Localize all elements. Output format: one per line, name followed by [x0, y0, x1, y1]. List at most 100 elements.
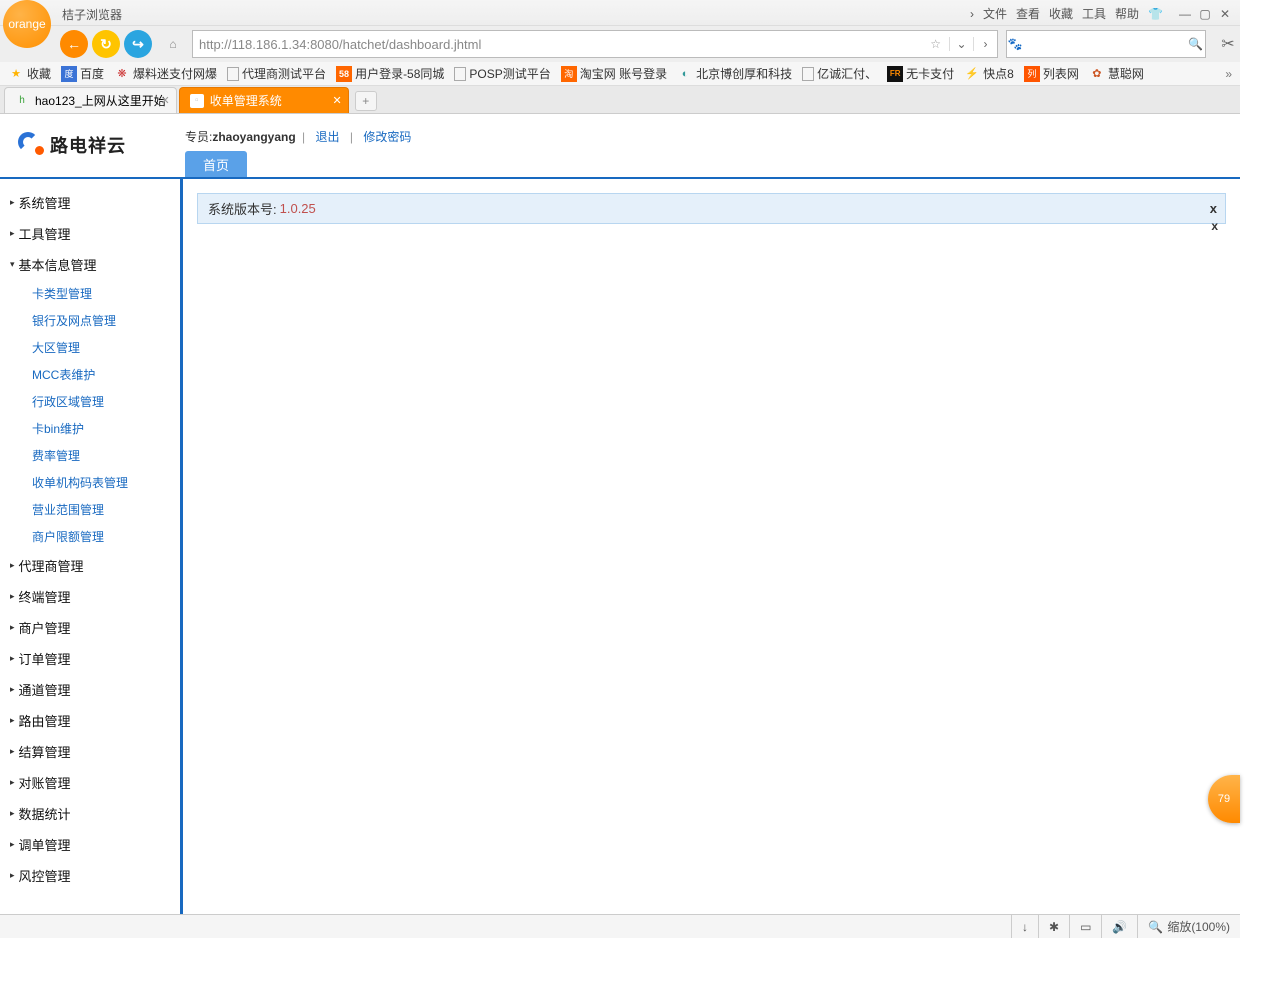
bookmark-item[interactable]: 代理商测试平台 — [227, 65, 326, 82]
bookmark-item[interactable]: ❋爆料迷支付网爆 — [114, 65, 217, 82]
menu-favorites[interactable]: 收藏 — [1049, 5, 1073, 22]
menu-tools[interactable]: 工具 — [1082, 5, 1106, 22]
change-password-link[interactable]: 修改密码 — [363, 130, 411, 144]
menu-help[interactable]: 帮助 — [1115, 5, 1139, 22]
bookmark-item[interactable]: 列列表网 — [1024, 65, 1079, 82]
window-minimize-icon[interactable]: — — [1178, 7, 1192, 21]
browser-logo[interactable]: orange — [3, 0, 51, 48]
sidebar-item[interactable]: ▸结算管理 — [0, 736, 180, 767]
logo-text: 路电祥云 — [50, 132, 126, 158]
sidebar-item[interactable]: ▸对账管理 — [0, 767, 180, 798]
sidebar: ▸系统管理▸工具管理▾基本信息管理卡类型管理银行及网点管理大区管理MCC表维护行… — [0, 179, 183, 914]
sidebar-item-label: 路由管理 — [19, 711, 71, 730]
sidebar-item-label: 商户管理 — [19, 618, 71, 637]
status-bar: ↓ ✱ ▭ 🔊 🔍 缩放(100%) — [0, 914, 1240, 938]
window-close-icon[interactable]: ✕ — [1218, 7, 1232, 21]
tab-close-icon[interactable]: ✕ — [333, 94, 342, 107]
sidebar-item[interactable]: ▸数据统计 — [0, 798, 180, 829]
sidebar-subitem[interactable]: 卡bin维护 — [28, 415, 180, 442]
menu-chevron[interactable]: › — [970, 7, 974, 21]
screenshot-icon[interactable]: ✂ — [1216, 34, 1240, 54]
sidebar-item[interactable]: ▸商户管理 — [0, 612, 180, 643]
logout-link[interactable]: 退出 — [316, 130, 340, 144]
bookmark-item[interactable]: POSP测试平台 — [454, 65, 550, 82]
sidebar-item-label: 基本信息管理 — [19, 255, 97, 274]
sidebar-item[interactable]: ▸路由管理 — [0, 705, 180, 736]
sidebar-subitem[interactable]: 费率管理 — [28, 442, 180, 469]
bookmarks-more-icon[interactable]: » — [1225, 67, 1232, 81]
sidebar-subitem[interactable]: 商户限额管理 — [28, 523, 180, 550]
bookmark-item[interactable]: ⚡快点8 — [964, 65, 1014, 82]
bookmark-item[interactable]: 58用户登录-58同城 — [336, 65, 444, 82]
address-go-icon[interactable]: › — [973, 37, 997, 51]
close-secondary-icon[interactable]: x — [1211, 219, 1218, 233]
skin-icon[interactable]: 👕 — [1148, 7, 1163, 21]
triangle-right-icon: ▸ — [10, 808, 15, 819]
sidebar-subitem[interactable]: 大区管理 — [28, 334, 180, 361]
status-sound-icon[interactable]: 🔊 — [1101, 915, 1137, 938]
bookmark-item[interactable]: 淘淘宝网 账号登录 — [561, 65, 667, 82]
bookmark-fav[interactable]: ★收藏 — [8, 65, 51, 82]
sidebar-subitem[interactable]: 收单机构码表管理 — [28, 469, 180, 496]
sidebar-item[interactable]: ▸工具管理 — [0, 218, 180, 249]
search-input[interactable] — [1024, 37, 1187, 51]
sidebar-item[interactable]: ▸终端管理 — [0, 581, 180, 612]
home-icon[interactable]: ⌂ — [162, 33, 184, 55]
browser-tab[interactable]: h hao123_上网从这里开始 ✕ — [4, 87, 177, 113]
address-bar[interactable]: ☆ ⌄ › — [192, 30, 998, 58]
status-settings-icon[interactable]: ✱ — [1038, 915, 1069, 938]
sidebar-item[interactable]: ▸代理商管理 — [0, 550, 180, 581]
nav-forward-button[interactable]: ↪ — [124, 30, 152, 58]
sidebar-item-label: 系统管理 — [19, 193, 71, 212]
sidebar-item-label: 结算管理 — [19, 742, 71, 761]
search-engine-icon[interactable]: 🐾 — [1007, 37, 1024, 51]
triangle-down-icon: ▾ — [10, 259, 15, 270]
sidebar-subitem[interactable]: MCC表维护 — [28, 361, 180, 388]
app-home-tab[interactable]: 首页 — [185, 151, 247, 177]
triangle-right-icon: ▸ — [10, 228, 15, 239]
browser-tabs: h hao123_上网从这里开始 ✕ ▫ 收单管理系统 ✕ + — [0, 86, 1240, 114]
nav-refresh-button[interactable]: ↻ — [92, 30, 120, 58]
bookmark-star-icon[interactable]: ☆ — [922, 37, 949, 51]
sidebar-subitem[interactable]: 行政区域管理 — [28, 388, 180, 415]
status-devices-icon[interactable]: ▭ — [1069, 915, 1101, 938]
bookmark-item[interactable]: 亿诚汇付、 — [802, 65, 877, 82]
address-input[interactable] — [193, 37, 922, 52]
browser-tab-active[interactable]: ▫ 收单管理系统 ✕ — [179, 87, 349, 113]
browser-top-menu: › 文件 查看 收藏 工具 帮助 👕 — ▢ ✕ — [970, 5, 1232, 22]
bookmark-item[interactable]: FR无卡支付 — [887, 65, 954, 82]
close-message-icon[interactable]: x — [1210, 201, 1217, 216]
new-tab-button[interactable]: + — [355, 91, 377, 111]
menu-file[interactable]: 文件 — [983, 5, 1007, 22]
search-go-icon[interactable]: 🔍 — [1187, 37, 1205, 51]
sidebar-item[interactable]: ▸系统管理 — [0, 187, 180, 218]
sidebar-item[interactable]: ▸调单管理 — [0, 829, 180, 860]
sidebar-subitem[interactable]: 卡类型管理 — [28, 280, 180, 307]
sidebar-subitem[interactable]: 营业范围管理 — [28, 496, 180, 523]
window-maximize-icon[interactable]: ▢ — [1198, 7, 1212, 21]
sidebar-subitem[interactable]: 银行及网点管理 — [28, 307, 180, 334]
sidebar-item[interactable]: ▾ 基本信息管理 — [0, 249, 180, 280]
menu-view[interactable]: 查看 — [1016, 5, 1040, 22]
sidebar-item-label: 订单管理 — [19, 649, 71, 668]
browser-titlebar: orange 桔子浏览器 › 文件 查看 收藏 工具 帮助 👕 — ▢ ✕ — [0, 0, 1240, 26]
tab-favicon: ▫ — [190, 94, 204, 108]
bookmark-item[interactable]: ◐北京博创厚和科技 — [677, 65, 792, 82]
triangle-right-icon: ▸ — [10, 839, 15, 850]
user-role-label: 专员: — [185, 130, 212, 144]
sidebar-item[interactable]: ▸通道管理 — [0, 674, 180, 705]
address-dropdown-icon[interactable]: ⌄ — [949, 37, 973, 51]
sidebar-submenu: 卡类型管理银行及网点管理大区管理MCC表维护行政区域管理卡bin维护费率管理收单… — [0, 280, 180, 550]
status-download-icon[interactable]: ↓ — [1011, 915, 1038, 938]
triangle-right-icon: ▸ — [10, 560, 15, 571]
bookmark-item[interactable]: ✿慧聪网 — [1089, 65, 1144, 82]
status-zoom[interactable]: 🔍 缩放(100%) — [1137, 915, 1240, 938]
tab-close-icon[interactable]: ✕ — [161, 94, 170, 107]
sidebar-item[interactable]: ▸订单管理 — [0, 643, 180, 674]
nav-back-button[interactable]: ← — [60, 30, 88, 58]
app-body: ▸系统管理▸工具管理▾基本信息管理卡类型管理银行及网点管理大区管理MCC表维护行… — [0, 179, 1240, 914]
search-box[interactable]: 🐾 🔍 — [1006, 30, 1206, 58]
logo-mark-icon — [18, 132, 44, 158]
bookmark-item[interactable]: 度百度 — [61, 65, 104, 82]
sidebar-item[interactable]: ▸风控管理 — [0, 860, 180, 891]
